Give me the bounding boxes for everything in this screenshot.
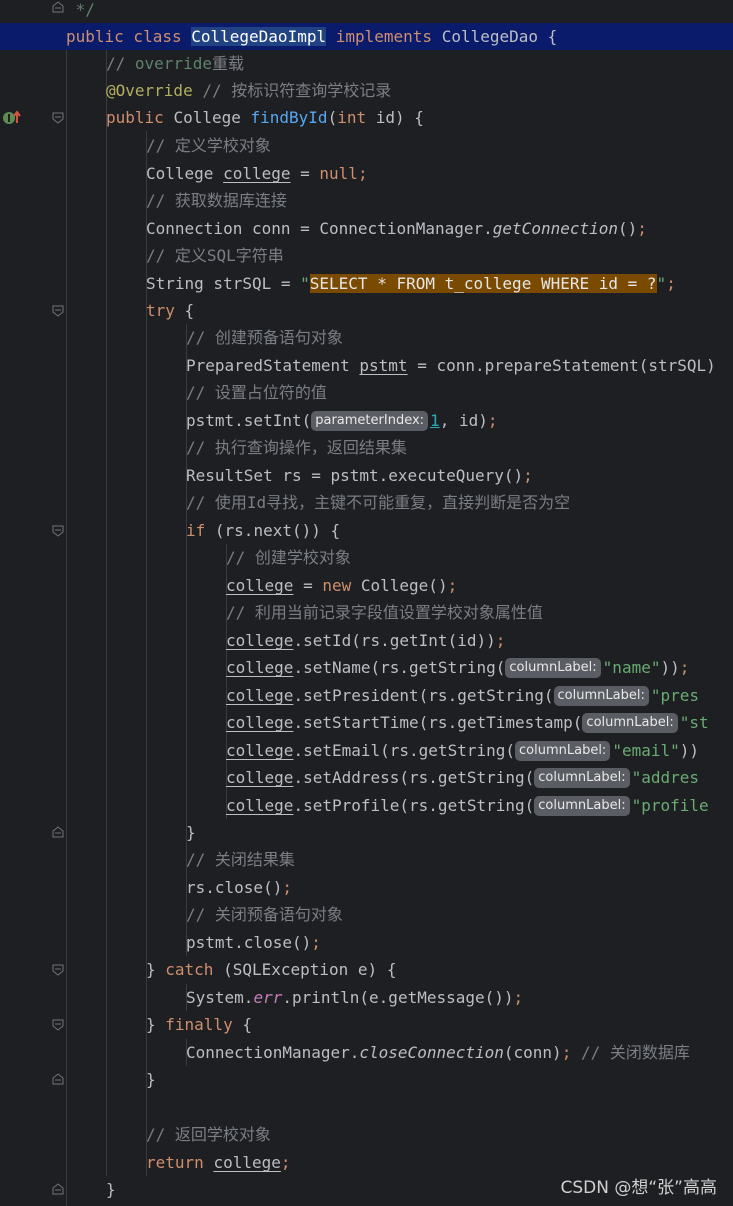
code-line[interactable]: @Override // 按标识符查询学校记录 xyxy=(0,77,733,104)
code-line[interactable]: college.setStartTime(rs.getTimestamp(col… xyxy=(0,709,733,736)
code-text: college.setProfile(rs.getString(columnLa… xyxy=(226,796,709,816)
watermark: CSDN @想“张”高高 xyxy=(560,1178,718,1198)
code-text: } finally { xyxy=(146,1015,252,1034)
code-text: // 设置占位符的值 xyxy=(186,383,327,402)
code-text: // 利用当前记录字段值设置学校对象属性值 xyxy=(226,603,543,622)
code-text: // 创建学校对象 xyxy=(226,548,351,567)
code-text: } xyxy=(106,1180,116,1199)
code-line[interactable]: // 执行查询操作，返回结果集 xyxy=(0,434,733,461)
code-line[interactable]: PreparedStatement pstmt = conn.prepareSt… xyxy=(0,352,733,379)
code-text: String strSQL = "SELECT * FROM t_college… xyxy=(146,274,676,293)
code-text: college.setStartTime(rs.getTimestamp(col… xyxy=(226,713,709,733)
code-line[interactable]: } finally { xyxy=(0,1011,733,1038)
code-line[interactable]: } catch (SQLException e) { xyxy=(0,956,733,983)
code-text: } xyxy=(146,1070,156,1089)
code-line[interactable]: college.setId(rs.getInt(id)); xyxy=(0,627,733,654)
code-text: // 使用Id寻找，主键不可能重复，直接判断是否为空 xyxy=(186,493,571,512)
code-line[interactable]: college.setEmail(rs.getString(columnLabe… xyxy=(0,737,733,764)
code-line[interactable]: String strSQL = "SELECT * FROM t_college… xyxy=(0,270,733,297)
code-text: System.err.println(e.getMessage()); xyxy=(186,988,524,1007)
code-line[interactable]: } xyxy=(0,819,733,846)
code-text: @Override // 按标识符查询学校记录 xyxy=(106,81,392,100)
code-line[interactable]: // 利用当前记录字段值设置学校对象属性值 xyxy=(0,599,733,626)
code-line[interactable]: Connection conn = ConnectionManager.getC… xyxy=(0,215,733,242)
code-line[interactable]: ResultSet rs = pstmt.executeQuery(); xyxy=(0,462,733,489)
code-text: ResultSet rs = pstmt.executeQuery(); xyxy=(186,466,533,485)
code-text: college.setAddress(rs.getString(columnLa… xyxy=(226,768,700,788)
code-text: */ xyxy=(66,0,95,19)
code-text: ConnectionManager.closeConnection(conn);… xyxy=(186,1043,690,1062)
code-line[interactable]: // 使用Id寻找，主键不可能重复，直接判断是否为空 xyxy=(0,489,733,516)
code-line[interactable]: pstmt.setInt(parameterIndex: 1, id); xyxy=(0,407,733,434)
code-line[interactable]: ConnectionManager.closeConnection(conn);… xyxy=(0,1039,733,1066)
code-text: public class CollegeDaoImpl implements C… xyxy=(66,27,558,46)
code-line[interactable]: // override重载 xyxy=(0,50,733,77)
code-line[interactable]: if (rs.next()) { xyxy=(0,517,733,544)
code-line[interactable]: pstmt.close(); xyxy=(0,929,733,956)
code-text: College college = null; xyxy=(146,164,368,183)
code-text: // 关闭预备语句对象 xyxy=(186,905,343,924)
code-text: college = new College(); xyxy=(226,576,458,595)
code-text: try { xyxy=(146,301,195,320)
code-line[interactable]: college.setName(rs.getString(columnLabel… xyxy=(0,654,733,681)
code-text: // 定义学校对象 xyxy=(146,136,271,155)
code-text: // 创建预备语句对象 xyxy=(186,328,343,347)
code-text: college.setId(rs.getInt(id)); xyxy=(226,631,506,650)
code-line[interactable]: // 关闭结果集 xyxy=(0,846,733,873)
code-text: // 定义SQL字符串 xyxy=(146,246,284,265)
code-line[interactable]: public College findById(int id) { xyxy=(0,104,733,131)
code-line[interactable]: rs.close(); xyxy=(0,874,733,901)
code-line[interactable]: public class CollegeDaoImpl implements C… xyxy=(0,23,733,50)
code-text: college.setName(rs.getString(columnLabel… xyxy=(226,658,690,678)
code-line[interactable]: college.setAddress(rs.getString(columnLa… xyxy=(0,764,733,791)
code-line[interactable]: College college = null; xyxy=(0,160,733,187)
code-text: pstmt.setInt(parameterIndex: 1, id); xyxy=(186,411,498,431)
code-text: return college; xyxy=(146,1153,291,1172)
code-line[interactable]: college = new College(); xyxy=(0,572,733,599)
code-text: Connection conn = ConnectionManager.getC… xyxy=(146,219,647,238)
code-text: } xyxy=(186,823,196,842)
code-editor[interactable]: */ public class CollegeDaoImpl implements… xyxy=(0,0,733,1206)
code-line[interactable]: return college; xyxy=(0,1149,733,1176)
code-text: // 返回学校对象 xyxy=(146,1125,271,1144)
code-text: college.setEmail(rs.getString(columnLabe… xyxy=(226,741,700,761)
code-line[interactable]: } xyxy=(0,1066,733,1093)
code-line[interactable]: college.setProfile(rs.getString(columnLa… xyxy=(0,792,733,819)
code-text: } catch (SQLException e) { xyxy=(146,960,397,979)
code-line[interactable]: */ xyxy=(0,0,733,23)
code-line[interactable]: // 创建学校对象 xyxy=(0,544,733,571)
code-text: PreparedStatement pstmt = conn.prepareSt… xyxy=(186,356,716,375)
code-text: pstmt.close(); xyxy=(186,933,321,952)
code-text: // 关闭结果集 xyxy=(186,850,295,869)
code-line[interactable]: try { xyxy=(0,297,733,324)
code-line[interactable]: // 定义SQL字符串 xyxy=(0,242,733,269)
code-line[interactable]: // 获取数据库连接 xyxy=(0,187,733,214)
code-text: // 获取数据库连接 xyxy=(146,191,287,210)
code-text: if (rs.next()) { xyxy=(186,521,341,540)
code-line[interactable]: // 关闭预备语句对象 xyxy=(0,901,733,928)
code-text: // 执行查询操作，返回结果集 xyxy=(186,438,407,457)
code-line[interactable]: System.err.println(e.getMessage()); xyxy=(0,984,733,1011)
code-line[interactable]: college.setPresident(rs.getString(column… xyxy=(0,682,733,709)
code-line[interactable]: // 定义学校对象 xyxy=(0,132,733,159)
code-text: rs.close(); xyxy=(186,878,292,897)
code-line[interactable]: // 设置占位符的值 xyxy=(0,379,733,406)
code-text: college.setPresident(rs.getString(column… xyxy=(226,686,700,706)
code-text: public College findById(int id) { xyxy=(106,108,424,127)
code-line[interactable]: // 创建预备语句对象 xyxy=(0,324,733,351)
code-text: // override重载 xyxy=(106,54,244,73)
code-line[interactable]: // 返回学校对象 xyxy=(0,1121,733,1148)
